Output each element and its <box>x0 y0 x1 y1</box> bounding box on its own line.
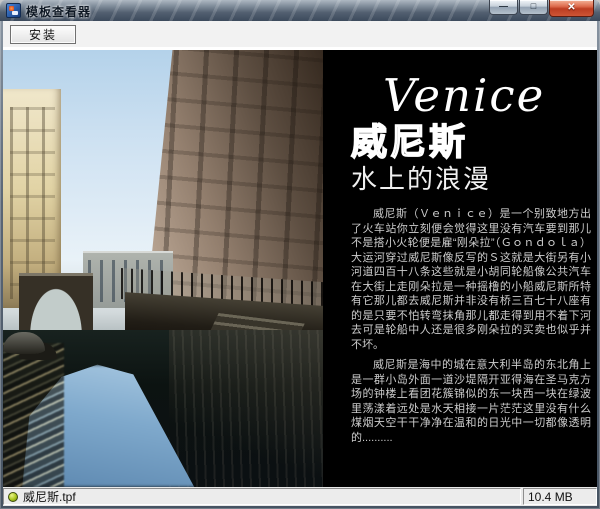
status-size-cell: 10.4 MB <box>523 488 597 505</box>
titlebar: 模板查看器 — □ ✕ <box>0 0 600 21</box>
maximize-button[interactable]: □ <box>519 0 548 15</box>
template-preview-image: Venice 威尼斯 水上的浪漫 威尼斯（Ｖｅｎｉｃｅ）是一个别致地方出了火车站… <box>3 50 597 487</box>
install-button[interactable]: 安装 <box>10 25 76 44</box>
panel-title-english: Venice <box>383 69 546 122</box>
status-filename: 威尼斯.tpf <box>23 490 76 504</box>
window-title: 模板查看器 <box>26 5 92 19</box>
text-panel: Venice 威尼斯 水上的浪漫 威尼斯（Ｖｅｎｉｃｅ）是一个别致地方出了火车站… <box>323 50 597 487</box>
app-icon[interactable] <box>6 3 21 18</box>
close-icon: ✕ <box>567 1 576 13</box>
status-filesize: 10.4 MB <box>528 489 573 504</box>
close-button[interactable]: ✕ <box>549 0 594 17</box>
toolbar: 安装 <box>3 21 597 47</box>
photo-building-reflection <box>169 329 323 487</box>
photo-stone-bridge <box>19 272 93 335</box>
panel-subtitle: 水上的浪漫 <box>351 164 492 194</box>
status-file-cell: 威尼斯.tpf <box>3 488 521 505</box>
window-controls: — □ ✕ <box>489 0 594 17</box>
venice-canal-photo <box>3 50 323 487</box>
panel-title-chinese: 威尼斯 <box>350 121 469 163</box>
minimize-icon: — <box>499 0 508 11</box>
photo-swirl-reflection <box>3 342 64 487</box>
minimize-button[interactable]: — <box>489 0 518 15</box>
client-area: 安装 Venice 威尼斯 水上的浪漫 威尼斯（Ｖｅｎｉｃｅ）是一个别致地方出了… <box>3 21 597 506</box>
maximize-icon: □ <box>530 0 537 11</box>
status-orb-icon <box>8 491 18 502</box>
content-area: Venice 威尼斯 水上的浪漫 威尼斯（Ｖｅｎｉｃｅ）是一个别致地方出了火车站… <box>3 47 597 487</box>
app-window: 模板查看器 — □ ✕ 安装 Venice 威尼斯 水上的浪漫 威尼斯（Ｖｅｎｉ… <box>0 0 600 509</box>
panel-paragraph-1: 威尼斯（Ｖｅｎｉｃｅ）是一个别致地方出了火车站你立刻便会觉得这里没有汽车要到那儿… <box>351 208 591 351</box>
statusbar: 威尼斯.tpf 10.4 MB <box>3 487 597 506</box>
panel-paragraph-2: 威尼斯是海中的城在意大利半岛的东北角上是一群小岛外面一道沙堤隔开亚得海在圣马克方… <box>351 359 591 444</box>
